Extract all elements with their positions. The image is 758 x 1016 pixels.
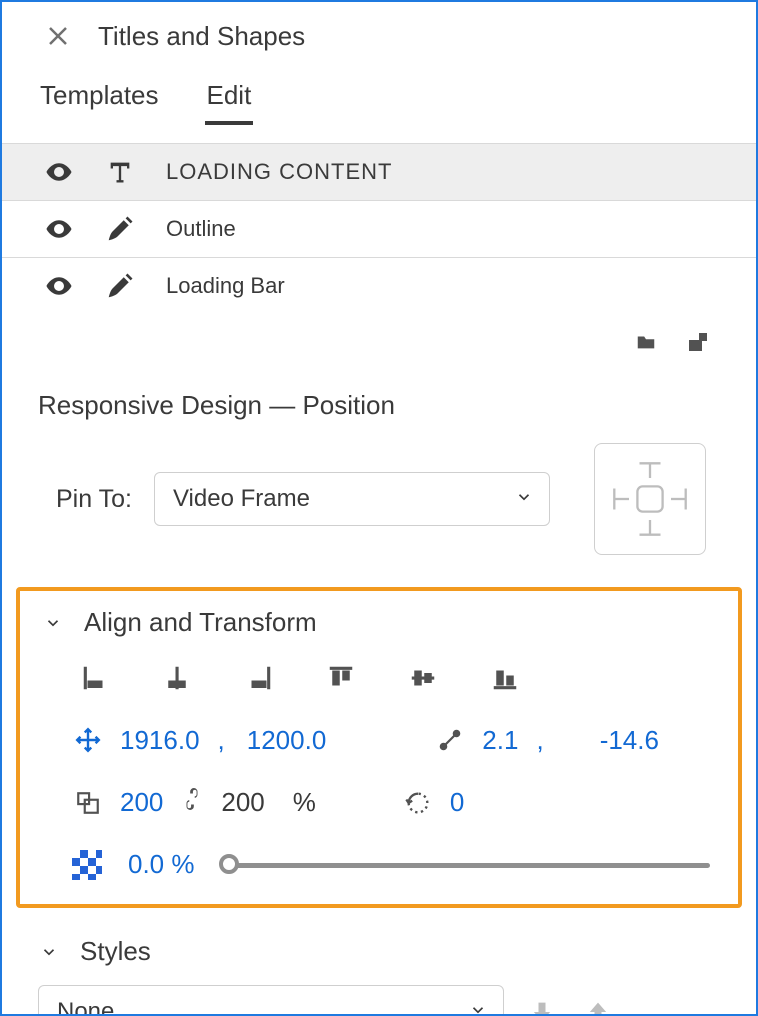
scale-unit: % bbox=[293, 787, 316, 818]
opacity-slider[interactable] bbox=[221, 851, 711, 879]
rotation-value[interactable]: 0 bbox=[450, 787, 464, 818]
align-buttons bbox=[42, 638, 716, 696]
layer-row[interactable]: LOADING CONTENT bbox=[2, 144, 756, 201]
new-layer-icon[interactable] bbox=[682, 328, 714, 356]
anchor-x[interactable]: 2.1 bbox=[482, 725, 518, 756]
comma: , bbox=[216, 725, 231, 756]
pin-to-select[interactable]: Video Frame bbox=[154, 472, 550, 526]
layer-row[interactable]: Outline bbox=[2, 201, 756, 258]
collapse-chevron-icon[interactable] bbox=[38, 941, 60, 963]
layer-name: LOADING CONTENT bbox=[166, 159, 392, 185]
slider-track bbox=[221, 863, 711, 868]
scale-width[interactable]: 200 bbox=[120, 787, 163, 818]
position-icon bbox=[72, 724, 104, 756]
panel-title: Titles and Shapes bbox=[98, 21, 305, 52]
styles-section: Styles None bbox=[2, 908, 756, 1016]
scale-icon bbox=[72, 787, 104, 819]
move-style-down-icon[interactable] bbox=[524, 994, 560, 1016]
styles-header: Styles bbox=[38, 936, 720, 967]
pin-to-label: Pin To: bbox=[56, 485, 132, 514]
layers-list: LOADING CONTENT Outline Loading Bar bbox=[2, 143, 756, 356]
visibility-eye-icon[interactable] bbox=[44, 271, 74, 301]
chevron-down-icon bbox=[515, 485, 533, 513]
scale-row: 200 200 % 0 bbox=[42, 756, 716, 821]
pin-row: Pin To: Video Frame bbox=[2, 421, 756, 555]
move-style-up-icon[interactable] bbox=[580, 994, 616, 1016]
align-right-icon[interactable] bbox=[238, 660, 280, 696]
pin-to-value: Video Frame bbox=[173, 485, 310, 513]
layer-actions bbox=[2, 314, 756, 356]
titles-shapes-panel: Titles and Shapes Templates Edit LOADING… bbox=[0, 0, 758, 1016]
opacity-value[interactable]: 0.0 % bbox=[128, 849, 195, 880]
styles-row: None bbox=[38, 967, 720, 1016]
position-y[interactable]: 1200.0 bbox=[247, 725, 327, 756]
slider-thumb[interactable] bbox=[219, 854, 239, 874]
responsive-section-title: Responsive Design — Position bbox=[2, 356, 756, 421]
opacity-icon bbox=[72, 850, 102, 880]
panel-header: Titles and Shapes bbox=[2, 2, 756, 72]
align-transform-section: Align and Transform 1916.0 , 1200.0 2.1 bbox=[16, 587, 742, 908]
visibility-eye-icon[interactable] bbox=[44, 157, 74, 187]
close-icon[interactable] bbox=[42, 20, 74, 52]
styles-value: None bbox=[57, 998, 114, 1016]
chevron-down-icon bbox=[469, 998, 487, 1016]
align-bottom-icon[interactable] bbox=[484, 660, 526, 696]
tab-templates[interactable]: Templates bbox=[38, 78, 161, 125]
opacity-row: 0.0 % bbox=[42, 821, 716, 880]
align-left-icon[interactable] bbox=[74, 660, 116, 696]
align-vcenter-icon[interactable] bbox=[402, 660, 444, 696]
align-top-icon[interactable] bbox=[320, 660, 362, 696]
new-group-icon[interactable] bbox=[630, 328, 662, 356]
styles-title: Styles bbox=[80, 936, 151, 967]
align-hcenter-icon[interactable] bbox=[156, 660, 198, 696]
anchor-point-icon bbox=[434, 724, 466, 756]
align-section-title: Align and Transform bbox=[84, 607, 317, 638]
styles-select[interactable]: None bbox=[38, 985, 504, 1016]
visibility-eye-icon[interactable] bbox=[44, 214, 74, 244]
align-section-header: Align and Transform bbox=[42, 607, 716, 638]
layer-name: Loading Bar bbox=[166, 273, 285, 299]
tabs: Templates Edit bbox=[2, 78, 756, 125]
tab-edit[interactable]: Edit bbox=[205, 78, 254, 125]
pen-layer-icon bbox=[100, 270, 140, 302]
rotation-icon bbox=[402, 787, 434, 819]
layer-row[interactable]: Loading Bar bbox=[2, 258, 756, 314]
pin-anchor-widget[interactable] bbox=[594, 443, 706, 555]
anchor-y[interactable]: -14.6 bbox=[600, 725, 659, 756]
position-row: 1916.0 , 1200.0 2.1 , -14.6 bbox=[42, 696, 716, 756]
layer-name: Outline bbox=[166, 216, 236, 242]
text-layer-icon bbox=[100, 156, 140, 188]
collapse-chevron-icon[interactable] bbox=[42, 612, 64, 634]
scale-height[interactable]: 200 bbox=[221, 787, 264, 818]
pen-layer-icon bbox=[100, 213, 140, 245]
position-x[interactable]: 1916.0 bbox=[120, 725, 200, 756]
link-scale-icon[interactable] bbox=[181, 784, 203, 821]
comma: , bbox=[534, 725, 549, 756]
